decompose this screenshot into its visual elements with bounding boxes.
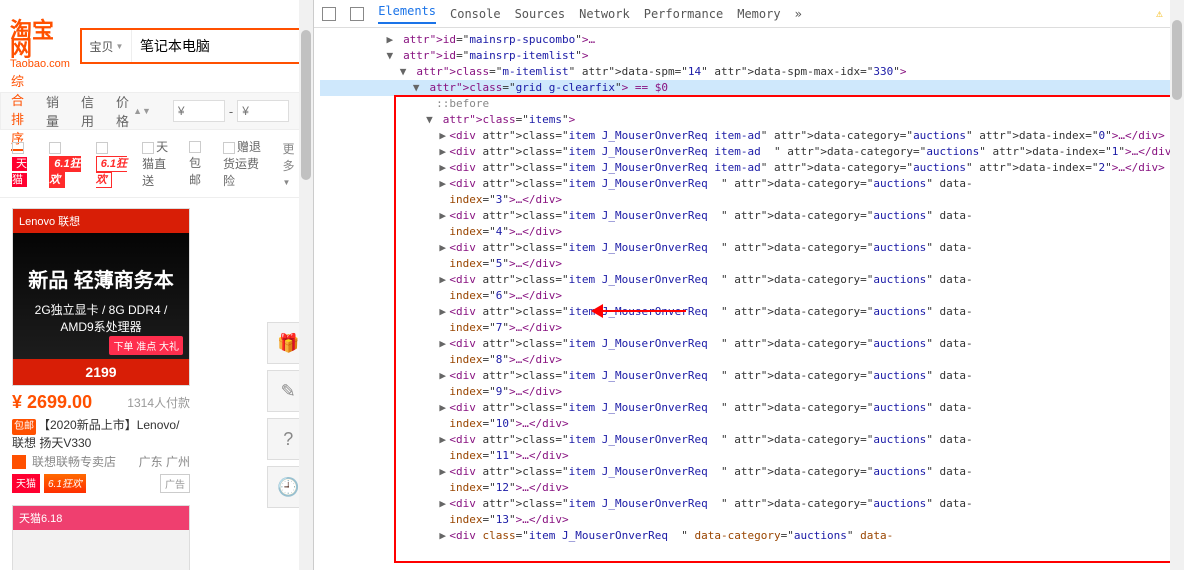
inspect-icon[interactable] (322, 7, 336, 21)
device-toggle-icon[interactable] (350, 7, 364, 21)
badge-ad: 广告 (160, 474, 190, 493)
product-thumb[interactable]: Lenovo 联想新品 轻薄商务本2G独立显卡 / 8G DDR4 / AMD9… (12, 208, 190, 386)
product-sold: 1314人付款 (127, 394, 190, 411)
dom-tree-line[interactable]: ▶<div attr">class="item J_MouserOnverReq… (320, 304, 1178, 320)
elements-tree[interactable]: ▶ attr">id="mainsrp-spucombo">… ▼ attr">… (314, 28, 1184, 566)
dom-tree-line[interactable]: ▶<div attr">class="item J_MouserOnverReq… (320, 400, 1178, 416)
scrollbar-left[interactable] (299, 0, 313, 570)
dom-tree-line[interactable]: index="3">…</div> (320, 192, 1178, 208)
dom-tree-line[interactable]: index="13">…</div> (320, 512, 1178, 528)
dom-tree-line[interactable]: index="7">…</div> (320, 320, 1178, 336)
devtools-tabs: Elements Console Sources Network Perform… (314, 0, 1184, 28)
filter-tmall[interactable]: 天猫 (12, 141, 35, 187)
dom-tree-line[interactable]: index="11">…</div> (320, 448, 1178, 464)
sort-arrows-icon: ▲▼ (133, 106, 151, 116)
dom-tree-line[interactable]: ::before (320, 96, 1178, 112)
tab-console[interactable]: Console (450, 7, 501, 21)
thumb-corner-tag: 下单 准点 大礼 (109, 336, 183, 355)
search-input[interactable] (132, 30, 313, 62)
filter-row: 天猫 6.1狂欢 6.1狂欢 天猫直送 包邮 赠退货运费险 更多 ▼ (0, 130, 313, 198)
sort-price[interactable]: 价格▲▼ (116, 92, 151, 130)
dom-tree-line[interactable]: ▶<div attr">class="item J_MouserOnverReq… (320, 496, 1178, 512)
tab-performance[interactable]: Performance (644, 7, 723, 21)
search-category-dropdown[interactable]: 宝贝▼ (82, 30, 132, 62)
sort-综合[interactable]: 综合排序 (11, 71, 24, 151)
dom-tree-line[interactable]: ▶<div attr">class="item J_MouserOnverReq… (320, 176, 1178, 192)
filter-sale-red[interactable]: 6.1狂欢 (49, 141, 81, 187)
thumb-sub: 2G独立显卡 / 8G DDR4 / AMD9系处理器 (13, 299, 189, 337)
dom-tree-line[interactable]: index="6">…</div> (320, 288, 1178, 304)
filter-direct[interactable]: 天猫直送 (142, 138, 175, 189)
devtools-panel: Elements Console Sources Network Perform… (313, 0, 1184, 570)
dom-tree-line[interactable]: ▼ attr">class="m-itemlist" attr">data-sp… (320, 64, 1178, 80)
tab-more[interactable]: » (795, 7, 802, 21)
badge-sale: 6.1狂欢 (44, 474, 86, 493)
tab-elements[interactable]: Elements (378, 4, 436, 24)
dom-tree-line[interactable]: ▼ attr">class="grid g-clearfix"> == $0 (320, 80, 1178, 96)
annotation-arrow (596, 310, 686, 312)
dom-tree-line[interactable]: ▶<div attr">class="item J_MouserOnverReq… (320, 464, 1178, 480)
scrollbar-devtools[interactable] (1170, 0, 1184, 570)
tab-sources[interactable]: Sources (515, 7, 566, 21)
dom-tree-line[interactable]: index="9">…</div> (320, 384, 1178, 400)
dom-tree-line[interactable]: ▼ attr">id="mainsrp-itemlist"> (320, 48, 1178, 64)
thumb-price-bar: 2199 (13, 359, 189, 385)
shop-name[interactable]: 联想联畅专卖店 (32, 453, 116, 470)
price-max-input[interactable] (237, 100, 289, 122)
thumb-top-strip: Lenovo 联想 (13, 209, 189, 233)
shop-location: 广东 广州 (139, 453, 190, 470)
filter-refund[interactable]: 赠退货运费险 (223, 138, 269, 189)
dom-tree-line[interactable]: ▶<div attr">class="item J_MouserOnverReq… (320, 128, 1178, 144)
product-thumb[interactable]: 天猫6.18老罗推荐同款¥4699 (12, 505, 190, 570)
shop-icon (12, 455, 26, 469)
dom-tree-line[interactable]: ▶<div attr">class="item J_MouserOnverReq… (320, 160, 1178, 176)
dom-tree-line[interactable]: ▶<div attr">class="item J_MouserOnverReq… (320, 336, 1178, 352)
dom-tree-line[interactable]: ▼ attr">class="items"> (320, 112, 1178, 128)
dom-tree-line[interactable]: index="10">…</div> (320, 416, 1178, 432)
dom-tree-line[interactable]: ▶<div attr">class="item J_MouserOnverReq… (320, 240, 1178, 256)
filter-sale-white[interactable]: 6.1狂欢 (96, 141, 128, 187)
dom-tree-line[interactable]: ▶<div attr">class="item J_MouserOnverReq… (320, 432, 1178, 448)
tab-memory[interactable]: Memory (737, 7, 780, 21)
product-card[interactable]: Lenovo 联想新品 轻薄商务本2G独立显卡 / 8G DDR4 / AMD9… (12, 208, 190, 493)
search-header: 淘宝网 Taobao.com 宝贝▼ ◉ 搜索 排除 请输入要 (0, 0, 313, 92)
badge-line: 天猫6.1狂欢 广告 (12, 474, 190, 493)
product-price: ¥ 2699.00 (12, 392, 92, 413)
tab-network[interactable]: Network (579, 7, 630, 21)
dom-tree-line[interactable]: ▶<div attr">class="item J_MouserOnverReq… (320, 368, 1178, 384)
price-min-input[interactable] (173, 100, 225, 122)
chevron-down-icon: ▼ (283, 178, 291, 187)
thumb-top-strip: 天猫6.18 (13, 506, 189, 530)
chevron-down-icon: ▼ (115, 42, 123, 51)
dom-tree-line[interactable]: index="5">…</div> (320, 256, 1178, 272)
sort-bar: 综合排序 销量 信用 价格▲▼ - 发货地 ▼ (0, 92, 313, 130)
taobao-page: 淘宝网 Taobao.com 宝贝▼ ◉ 搜索 排除 请输入要 综合排序 销量 … (0, 0, 313, 570)
dom-tree-line[interactable]: index="4">…</div> (320, 224, 1178, 240)
filter-free-ship[interactable]: 包邮 (189, 140, 209, 188)
dom-tree-line[interactable]: ▶<div attr">class="item J_MouserOnverReq… (320, 144, 1178, 160)
shop-line[interactable]: 联想联畅专卖店 广东 广州 (12, 453, 190, 470)
dom-tree-line[interactable]: index="12">…</div> (320, 480, 1178, 496)
sort-信用[interactable]: 信用 (81, 92, 94, 130)
sort-销量[interactable]: 销量 (46, 92, 59, 130)
search-box: 宝贝▼ ◉ 搜索 (80, 28, 313, 64)
dom-tree-line[interactable]: ▶ attr">id="mainsrp-spucombo">… (320, 32, 1178, 48)
product-card[interactable]: 天猫6.18老罗推荐同款¥4699¥ 4699.004人付款包邮17 联想 Th… (12, 505, 190, 570)
product-title[interactable]: 包邮【2020新品上市】Lenovo/联想 扬天V330 (12, 417, 190, 449)
taobao-logo[interactable]: 淘宝网 Taobao.com (10, 22, 70, 70)
dom-tree-line[interactable]: index="8">…</div> (320, 352, 1178, 368)
price-range: - (173, 100, 289, 122)
thumb-headline: 新品 轻薄商务本 (22, 258, 180, 299)
badge-tmall: 天猫 (12, 474, 40, 493)
dom-tree-line[interactable]: ▶<div attr">class="item J_MouserOnverReq… (320, 208, 1178, 224)
dom-tree-line[interactable]: ▶<div class="item J_MouserOnverReq " dat… (320, 528, 1178, 544)
dom-tree-line[interactable]: ▶<div attr">class="item J_MouserOnverReq… (320, 272, 1178, 288)
